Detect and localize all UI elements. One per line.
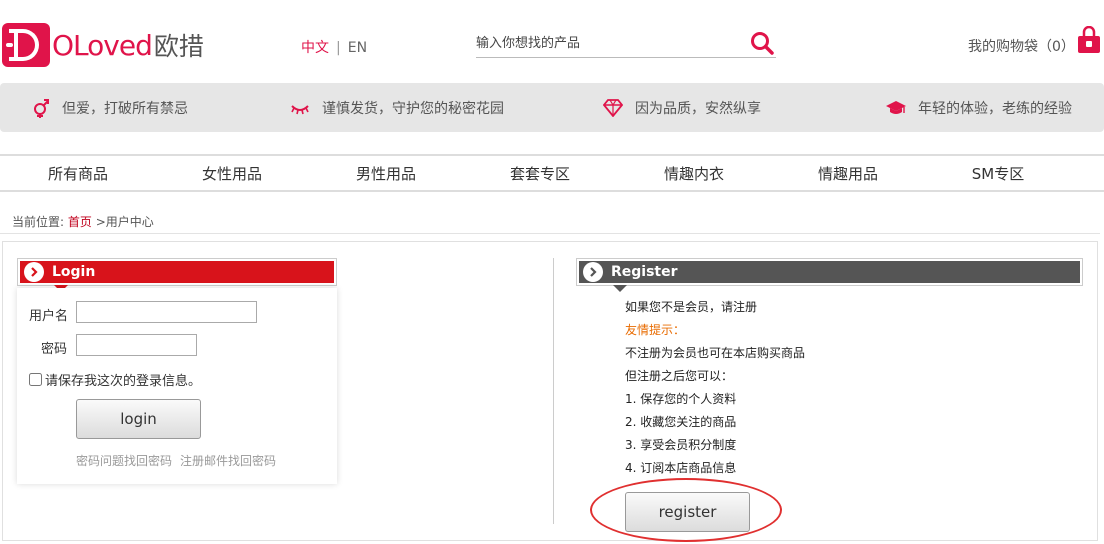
- nav-men[interactable]: 男性用品: [309, 156, 463, 192]
- lang-chinese[interactable]: 中文: [301, 40, 329, 56]
- nav-all-products[interactable]: 所有商品: [1, 156, 155, 192]
- search-box: [476, 30, 776, 58]
- register-button[interactable]: register: [625, 492, 750, 532]
- register-info-line: 不注册为会员也可在本店购买商品: [625, 346, 806, 360]
- login-button[interactable]: login: [76, 399, 201, 439]
- slogan-bar: 但爱，打破所有禁忌 谨慎发货，守护您的秘密花园 因为品质，安然纵享 年轻的体验，…: [0, 83, 1104, 132]
- site-logo[interactable]: OLoved欧措: [2, 22, 212, 68]
- slogan-item: 谨慎发货，守护您的秘密花园: [290, 83, 504, 132]
- cart-link[interactable]: 我的购物袋（0）: [968, 36, 1075, 56]
- register-benefit: 4. 订阅本店商品信息: [625, 461, 737, 475]
- language-switcher: 中文 | EN: [301, 37, 367, 57]
- nav-adult-toys[interactable]: 情趣用品: [771, 156, 925, 192]
- slogan-item: 因为品质，安然纵享: [603, 83, 761, 132]
- shopping-bag-icon[interactable]: [1077, 26, 1101, 54]
- breadcrumb: 当前位置: 首页 >用户中心: [12, 215, 154, 229]
- column-divider: [553, 258, 554, 524]
- register-title: Register: [611, 264, 678, 280]
- logo-text: OLoved欧措: [52, 29, 204, 62]
- chevron-right-icon: [583, 262, 603, 282]
- register-benefit: 2. 收藏您关注的商品: [625, 415, 737, 429]
- breadcrumb-home[interactable]: 首页: [68, 215, 92, 229]
- register-info-line: 但注册之后您可以：: [625, 369, 734, 383]
- remember-me-checkbox[interactable]: [29, 373, 42, 386]
- search-icon[interactable]: [750, 31, 774, 55]
- register-info-line: 如果您不是会员，请注册: [625, 300, 758, 314]
- password-label: 密码: [41, 342, 68, 357]
- password-input[interactable]: [76, 334, 197, 356]
- main-nav: 所有商品 女性用品 男性用品 套套专区 情趣内衣 情趣用品 SM专区: [0, 154, 1104, 192]
- eyelash-icon: [291, 104, 309, 114]
- logo-mark-icon: [2, 23, 50, 67]
- diamond-icon: [603, 98, 623, 117]
- nav-women[interactable]: 女性用品: [155, 156, 309, 192]
- register-benefit: 3. 享受会员积分制度: [625, 438, 737, 452]
- nav-sm[interactable]: SM专区: [921, 156, 1075, 192]
- site-header: OLoved欧措 中文 | EN 我的购物袋（0）: [0, 0, 1104, 80]
- divider: [0, 233, 1100, 234]
- graduation-cap-icon: [886, 100, 906, 114]
- lang-english[interactable]: EN: [348, 40, 367, 56]
- remember-me: 请保存我这次的登录信息。: [29, 370, 201, 389]
- password-recovery-links: 密码问题找回密码 注册邮件找回密码: [76, 452, 276, 469]
- username-label: 用户名: [29, 309, 69, 324]
- nav-condoms[interactable]: 套套专区: [463, 156, 617, 192]
- register-header: Register: [576, 258, 1083, 292]
- lang-separator: |: [336, 40, 341, 56]
- register-hint: 友情提示：: [625, 323, 686, 337]
- gender-icon: [34, 98, 49, 118]
- register-benefit: 1. 保存您的个人资料: [625, 392, 737, 406]
- chevron-right-icon: [24, 262, 44, 282]
- slogan-item: 年轻的体验，老练的经验: [886, 83, 1072, 132]
- login-title: Login: [52, 264, 96, 280]
- search-input[interactable]: [476, 30, 736, 56]
- recover-by-question-link[interactable]: 密码问题找回密码: [76, 454, 172, 468]
- slogan-item: 但爱，打破所有禁忌: [32, 83, 188, 132]
- login-header: Login: [17, 258, 337, 292]
- recover-by-email-link[interactable]: 注册邮件找回密码: [180, 454, 276, 468]
- username-input[interactable]: [76, 301, 257, 323]
- nav-lingerie[interactable]: 情趣内衣: [617, 156, 771, 192]
